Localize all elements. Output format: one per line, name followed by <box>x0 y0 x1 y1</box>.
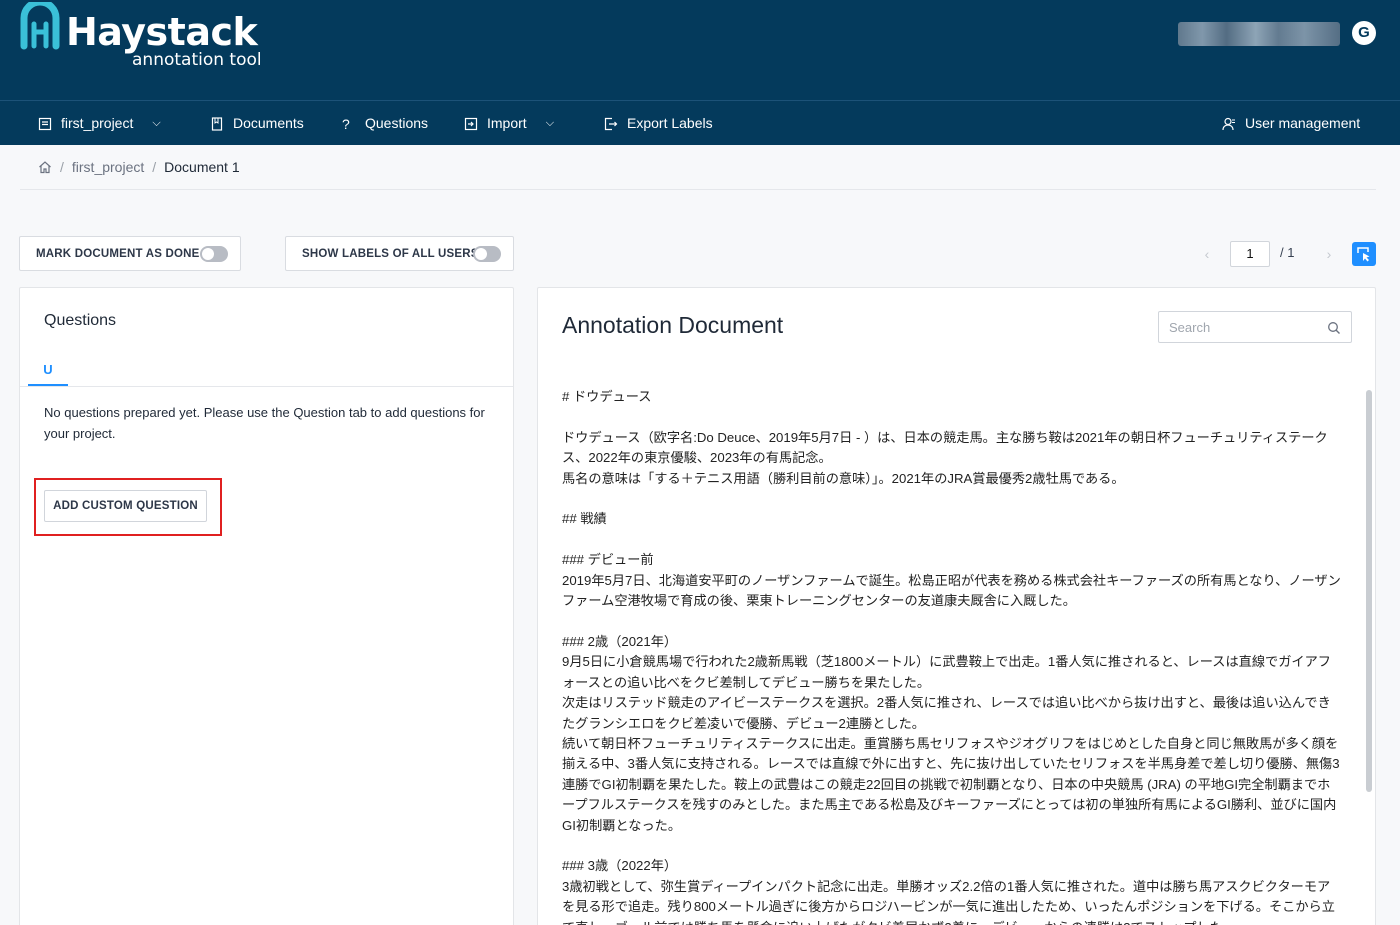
document-scrollbar[interactable] <box>1366 390 1372 792</box>
questions-title: Questions <box>44 312 117 329</box>
nav-import[interactable]: Import ⌵ <box>464 101 554 146</box>
page-total: / 1 <box>1280 245 1295 260</box>
prev-page-button[interactable]: ‹ <box>1194 241 1220 267</box>
user-name-redacted <box>1178 22 1340 46</box>
main-nav: first_project ⌵ Documents ? Questions Im… <box>0 100 1400 145</box>
breadcrumb-separator: / <box>152 159 157 175</box>
nav-user-management-label: User management <box>1245 115 1361 131</box>
divider <box>20 189 1376 190</box>
no-questions-message: No questions prepared yet. Please use th… <box>44 405 485 441</box>
brand-subtitle: annotation tool <box>132 50 262 70</box>
selection-cursor-icon <box>1357 247 1370 262</box>
document-icon <box>211 116 223 131</box>
mark-document-done-toggle[interactable]: MARK DOCUMENT AS DONE <box>19 236 241 271</box>
show-labels-toggle[interactable]: SHOW LABELS OF ALL USERS <box>285 236 514 271</box>
search-icon[interactable] <box>1327 321 1341 335</box>
search-box[interactable] <box>1158 311 1352 343</box>
document-title: Annotation Document <box>562 312 784 338</box>
user-management-icon <box>1222 117 1235 130</box>
mark-done-switch[interactable] <box>200 246 228 262</box>
show-labels-label: SHOW LABELS OF ALL USERS <box>302 247 479 260</box>
tab-divider <box>20 386 513 387</box>
nav-import-label: Import <box>487 115 527 131</box>
question-icon: ? <box>342 115 350 132</box>
project-icon <box>38 117 52 130</box>
nav-questions[interactable]: ? Questions <box>342 101 428 146</box>
nav-documents[interactable]: Documents <box>210 101 304 146</box>
select-mode-button[interactable] <box>1352 242 1376 266</box>
nav-export-label: Export Labels <box>627 115 713 131</box>
import-icon <box>464 117 478 130</box>
app-header: Haystack annotation tool G <box>0 0 1400 100</box>
breadcrumb-current: Document 1 <box>164 159 240 175</box>
show-labels-switch[interactable] <box>473 246 501 262</box>
page-number-input[interactable]: 1 <box>1230 241 1270 267</box>
nav-project-select[interactable]: first_project ⌵ <box>38 101 161 146</box>
home-icon[interactable] <box>38 160 52 174</box>
nav-questions-label: Questions <box>365 115 429 131</box>
mark-document-done-label: MARK DOCUMENT AS DONE <box>36 247 200 260</box>
logout-icon[interactable]: G <box>1352 21 1376 45</box>
haystack-logo[interactable]: Haystack annotation tool <box>20 2 280 82</box>
questions-panel: Questions U No questions prepared yet. P… <box>19 287 514 925</box>
nav-documents-label: Documents <box>233 115 304 131</box>
breadcrumb-project[interactable]: first_project <box>72 159 144 175</box>
haystack-logo-icon <box>20 2 60 50</box>
breadcrumb: / first_project / Document 1 <box>38 158 240 176</box>
chevron-down-icon: ⌵ <box>545 117 555 129</box>
next-page-button[interactable]: › <box>1316 241 1342 267</box>
nav-export-labels[interactable]: Export Labels <box>604 101 713 146</box>
nav-project-label: first_project <box>61 115 134 131</box>
document-content[interactable]: # ドウデュース ドウデュース（欧字名:Do Deuce、2019年5月7日 -… <box>562 387 1342 925</box>
document-scroll-area[interactable]: # ドウデュース ドウデュース（欧字名:Do Deuce、2019年5月7日 -… <box>538 363 1375 925</box>
nav-user-management[interactable]: User management <box>1222 101 1360 146</box>
brand-name: Haystack <box>66 10 258 54</box>
annotation-document-panel: Annotation Document # ドウデュース ドウデュース（欧字名:… <box>537 287 1376 925</box>
add-custom-question-button[interactable]: ADD CUSTOM QUESTION <box>44 490 207 522</box>
tab-u[interactable]: U <box>28 362 68 377</box>
breadcrumb-separator: / <box>60 159 64 175</box>
chevron-down-icon: ⌵ <box>152 117 161 129</box>
search-input[interactable] <box>1159 312 1319 342</box>
export-icon <box>604 117 618 130</box>
